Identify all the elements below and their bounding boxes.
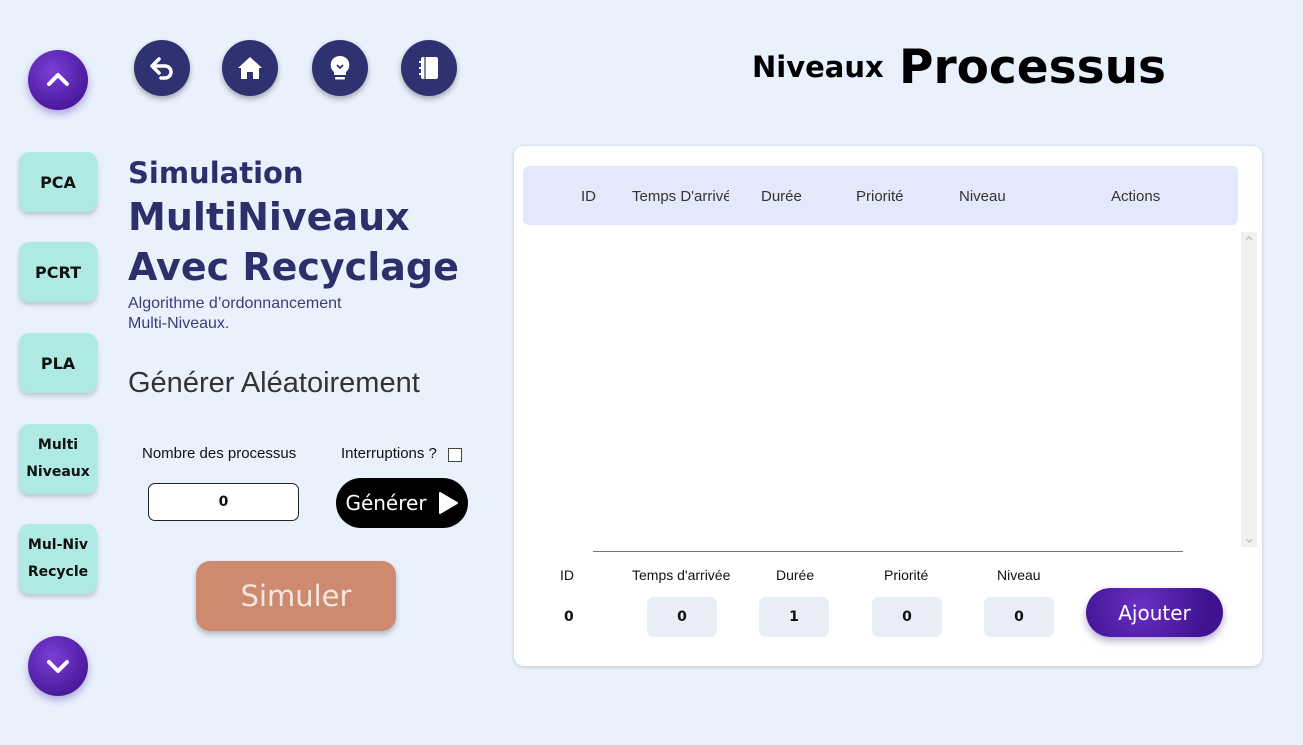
algo-label-line2: Niveaux [26,464,90,480]
algo-button-pcrt[interactable]: PCRT [19,242,97,302]
col-header-level: Niveau [959,188,1006,205]
page-title: Processus [899,40,1167,95]
play-icon [438,492,458,514]
form-label-arrival: Temps d'arrivée [632,567,731,583]
home-icon [238,57,262,79]
col-header-priority: Priorité [856,188,904,205]
arrival-time-input[interactable]: 0 [647,597,717,637]
form-id-value: 0 [564,609,574,625]
form-label-id: ID [560,567,574,583]
chevron-down-icon [47,660,69,673]
algo-button-pca[interactable]: PCA [19,152,97,212]
lightbulb-icon [330,55,350,80]
algo-label: PCA [40,172,76,192]
algo-button-mulniv-recycle[interactable]: Mul-Niv Recycle [19,524,97,594]
duration-input[interactable]: 1 [759,597,829,637]
level-input[interactable]: 0 [984,597,1054,637]
form-label-level: Niveau [997,567,1041,583]
priority-input[interactable]: 0 [872,597,942,637]
generate-label: Générer [345,491,427,515]
generator-title: Générer Aléatoirement [128,367,420,399]
form-label-priority: Priorité [884,567,929,583]
back-button[interactable] [134,40,190,96]
hint-button[interactable] [312,40,368,96]
algo-label: PLA [40,353,76,373]
notebook-icon [419,57,438,79]
intro-title-line3: Avec Recyclage [128,245,459,289]
add-process-button[interactable]: Ajouter [1086,588,1223,637]
table-scrollbar[interactable] [1241,232,1257,547]
simulate-button[interactable]: Simuler [196,561,396,631]
algo-label: PCRT [35,262,81,282]
process-count-label: Nombre des processus [142,445,297,462]
scroll-up-button[interactable] [28,50,88,110]
interruptions-checkbox[interactable] [448,448,462,462]
col-header-duration: Durée [761,188,802,205]
intro-title-line1: Simulation [128,156,304,190]
notebook-button[interactable] [401,40,457,96]
intro-description: Algorithme d’ordonnancement Multi-Niveau… [128,294,341,334]
scroll-down-arrow-icon [1245,538,1253,543]
col-header-id: ID [581,188,596,205]
algo-button-pla[interactable]: PLA [19,333,97,393]
intro-title-line2: MultiNiveaux [128,195,410,239]
form-divider [593,551,1183,552]
algo-label-line2: Recycle [27,564,89,580]
chevron-up-icon [47,73,69,86]
intro-desc-line1: Algorithme d’ordonnancement [128,295,342,312]
interruptions-label: Interruptions ? [341,445,437,462]
algo-label-line1: Mul-Niv [27,537,89,553]
col-header-actions: Actions [1111,188,1161,205]
col-header-arrival: Temps D'arrivée [632,188,729,205]
scroll-up-arrow-icon [1245,236,1253,241]
generate-button[interactable]: Générer [336,478,468,528]
intro-desc-line2: Multi-Niveaux. [128,315,230,332]
process-count-input[interactable]: 0 [148,483,299,521]
form-label-duration: Durée [776,567,815,583]
header-subtitle: Niveaux [752,50,884,84]
home-button[interactable] [222,40,278,96]
algo-label-line1: Multi [37,437,79,453]
scroll-down-button[interactable] [28,636,88,696]
algo-button-multi-niveaux[interactable]: Multi Niveaux [19,424,97,494]
back-icon [150,57,173,80]
